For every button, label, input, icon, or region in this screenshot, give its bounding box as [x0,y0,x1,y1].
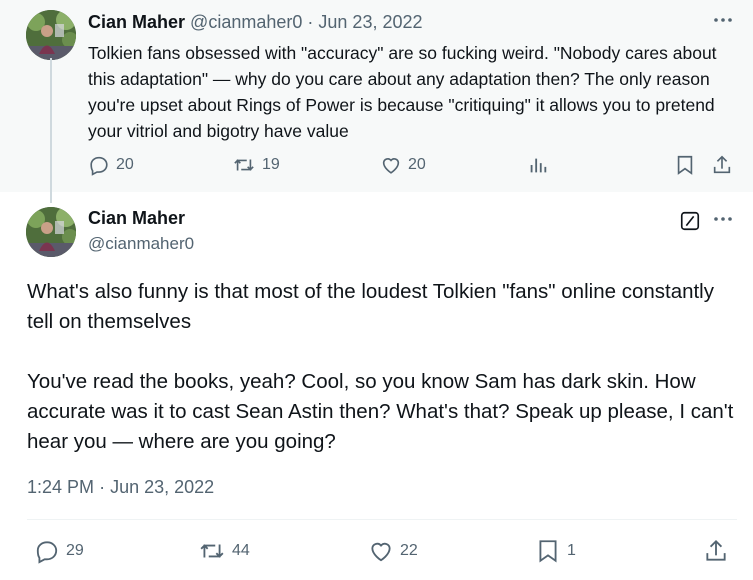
bookmark-count: 1 [567,542,576,559]
views-button[interactable] [527,154,549,176]
tweet-text: Tolkien fans obsessed with "accuracy" ar… [88,43,717,141]
avatar[interactable] [26,10,76,60]
grok-button[interactable] [679,210,701,232]
repost-icon [200,544,224,558]
share-icon [713,155,731,174]
reply-icon [36,541,58,564]
avatar[interactable] [26,207,76,257]
like-button[interactable]: 20 [380,154,426,176]
like-count: 20 [408,156,426,173]
tweet-timestamp[interactable]: 1:24 PM · Jun 23, 2022 [27,477,214,498]
like-button[interactable]: 22 [368,538,418,564]
reply-icon [90,156,108,176]
parent-tweet[interactable]: Cian Maher @cianmaher0 · Jun 23, 2022 To… [0,0,753,192]
analytics-icon [530,158,547,173]
bookmark-icon [539,540,557,563]
like-count: 22 [400,542,418,559]
reply-button[interactable]: 29 [34,538,84,564]
tweet-date[interactable]: Jun 23, 2022 [318,12,422,32]
repost-button[interactable]: 44 [198,538,250,564]
reply-count: 20 [116,156,134,173]
repost-button[interactable]: 19 [232,154,280,176]
repost-icon [234,159,254,171]
author-handle[interactable]: @cianmaher0 [88,234,194,254]
heart-icon [371,542,391,562]
author-name[interactable]: Cian Maher [88,12,185,32]
reply-count: 29 [66,542,84,559]
heart-icon [382,158,400,174]
tweet-date: Jun 23, 2022 [110,477,215,497]
bookmark-icon [677,155,693,175]
share-icon [706,539,726,561]
grok-icon [680,211,700,231]
parent-tweet-header: Cian Maher @cianmaher0 · Jun 23, 2022 [88,12,423,33]
bookmark-button[interactable] [674,154,696,176]
separator: · [307,12,314,32]
share-button[interactable] [711,154,733,176]
more-horizontal-icon[interactable] [712,9,734,36]
share-button[interactable] [703,538,729,564]
repost-count: 44 [232,542,250,559]
more-horizontal-icon[interactable] [712,208,734,235]
tweet-time: 1:24 PM [27,477,95,497]
tweet-text: What's also funny is that most of the lo… [27,280,734,453]
bookmark-button[interactable]: 1 [535,538,576,564]
separator: · [99,477,106,497]
author-handle[interactable]: @cianmaher0 [190,12,302,32]
thread-connector [50,58,52,203]
author-name[interactable]: Cian Maher [88,208,185,229]
repost-count: 19 [262,156,280,173]
divider [27,519,737,520]
reply-button[interactable]: 20 [88,154,134,176]
